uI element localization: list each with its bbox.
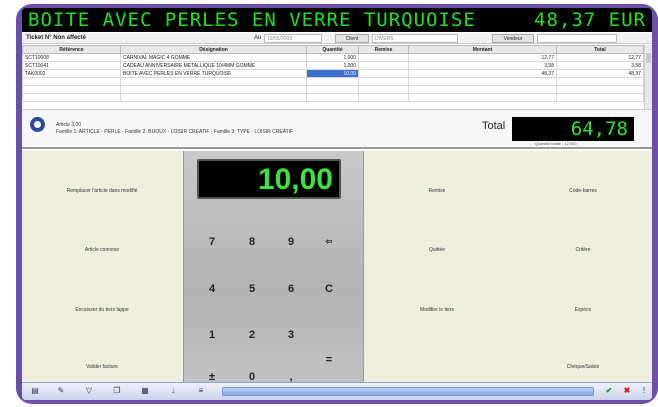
- cell-remise: [358, 53, 409, 62]
- key-clear[interactable]: C: [315, 275, 343, 303]
- cell-reference: SCT10041: [22, 61, 121, 70]
- numeric-keypad: 10,00 7 8 9 ⇦ 4 5 6 C 1 2 3 ± 0 , =: [183, 151, 364, 383]
- status-bar: [222, 387, 594, 396]
- col-quantite[interactable]: Quantité: [306, 45, 359, 54]
- cell-designation: CADEAU ANNIVERSAIRE METALLIQUE 10/4MM GO…: [120, 61, 307, 70]
- cell-montant: 3,58: [408, 61, 557, 70]
- cell-total: 48,37: [556, 69, 644, 78]
- app-logo-icon: [30, 117, 45, 132]
- table-row-empty: [22, 93, 644, 102]
- key-9[interactable]: 9: [277, 228, 305, 256]
- col-designation[interactable]: Désignation: [120, 45, 307, 54]
- action-replace-article[interactable]: Remplacer l'article dans modifié: [37, 188, 167, 194]
- client-field[interactable]: DIVERS: [372, 34, 458, 43]
- action-encaisser-tiers[interactable]: Encaisser du tiers lappe: [37, 307, 167, 313]
- action-quittee[interactable]: Quittée: [372, 247, 502, 253]
- scrollbar-thumb[interactable]: [646, 53, 651, 63]
- table-scrollbar[interactable]: [644, 45, 652, 109]
- article-summary: Article 3,00: [56, 122, 82, 128]
- action-area: Remplacer l'article dans modifié Article…: [22, 151, 652, 383]
- total-label: Total: [482, 120, 506, 132]
- cell-remise: [358, 61, 409, 70]
- table-row-empty: [22, 77, 644, 86]
- key-6[interactable]: 6: [277, 275, 305, 303]
- cell-designation: BOITE AVEC PERLES EN VERRE TURQUOISE: [120, 69, 307, 78]
- cell-designation: CARNIVAL MAGIC 4 GOMME: [120, 53, 307, 62]
- action-modifier-tiers[interactable]: Modifier le tiers: [372, 307, 502, 313]
- action-critere[interactable]: Critère: [518, 247, 648, 253]
- key-7[interactable]: 7: [198, 228, 226, 256]
- key-2[interactable]: 2: [238, 321, 266, 349]
- cell-total: 3,58: [556, 61, 644, 70]
- total-display: 64,78: [512, 117, 634, 141]
- action-article-connexe[interactable]: Article connexe: [37, 247, 167, 253]
- au-label: Au: [254, 35, 262, 41]
- ticket-lines-table: Référence Désignation Quantité Remise Mo…: [22, 45, 644, 102]
- table-row-empty: [22, 85, 644, 94]
- vendeur-button[interactable]: Vendeur: [492, 34, 534, 43]
- totals-panel: Article 3,00 Famille 1: ARTICLE - PERLE …: [22, 109, 652, 149]
- ticket-info-row: Ticket N° Non affecté Au 10/05/2009 Clie…: [22, 33, 652, 44]
- key-equals[interactable]: =: [315, 346, 343, 374]
- cell-reference: TAK0002: [22, 69, 121, 78]
- cell-quantite: 1,000: [306, 61, 359, 70]
- cell-quantite-selected[interactable]: 10,00: [306, 69, 359, 78]
- key-8[interactable]: 8: [238, 228, 266, 256]
- table-row[interactable]: TAK0002 BOITE AVEC PERLES EN VERRE TURQU…: [22, 69, 644, 78]
- banner-price: 48,37 EUR: [534, 9, 646, 31]
- cell-quantite: 1,000: [306, 53, 359, 62]
- ticket-label: Ticket N° Non affecté: [26, 35, 86, 41]
- action-code-barres[interactable]: Code-barres: [518, 188, 648, 194]
- date-field[interactable]: 10/05/2009: [264, 34, 322, 43]
- keypad-display: 10,00: [197, 159, 341, 199]
- cell-reference: SCT10008: [22, 53, 121, 62]
- copy-icon[interactable]: ❐: [112, 386, 122, 396]
- col-montant[interactable]: Montant: [408, 45, 557, 54]
- total-quantity: Quantité totale : 12,000: [535, 141, 577, 146]
- cancel-x-icon[interactable]: ✖: [622, 386, 632, 396]
- action-espece[interactable]: Espèce: [518, 307, 648, 313]
- bottom-toolbar: ▤ ✎ ▽ ❐ ▦ ↓ ≡ ✔ ✖ !: [22, 382, 652, 400]
- cell-remise: [358, 69, 409, 78]
- table-header-row: Référence Désignation Quantité Remise Mo…: [22, 45, 644, 54]
- grid-icon[interactable]: ▦: [140, 386, 150, 396]
- key-3[interactable]: 3: [277, 321, 305, 349]
- key-1[interactable]: 1: [198, 321, 226, 349]
- key-4[interactable]: 4: [198, 275, 226, 303]
- print-icon[interactable]: ▤: [30, 386, 40, 396]
- col-remise[interactable]: Remise: [358, 45, 409, 54]
- product-banner: BOITE AVEC PERLES EN VERRE TURQUOISE 48,…: [22, 8, 652, 32]
- validate-check-icon[interactable]: ✔: [604, 386, 614, 396]
- action-valider-facture[interactable]: Valider facture: [37, 364, 167, 370]
- down-icon[interactable]: ↓: [168, 386, 178, 396]
- col-total[interactable]: Total: [556, 45, 644, 54]
- pos-screen: BOITE AVEC PERLES EN VERRE TURQUOISE 48,…: [22, 8, 652, 400]
- family-summary: Famille 1: ARTICLE - PERLE - Famille 2: …: [56, 129, 294, 135]
- cell-total: 12,77: [556, 53, 644, 62]
- key-5[interactable]: 5: [238, 275, 266, 303]
- action-remise[interactable]: Remise: [372, 188, 502, 194]
- vendeur-field[interactable]: [537, 34, 617, 43]
- table-row[interactable]: SCT10008 CARNIVAL MAGIC 4 GOMME 1,000 12…: [22, 53, 644, 62]
- banner-product: BOITE AVEC PERLES EN VERRE TURQUOISE: [28, 9, 476, 31]
- col-reference[interactable]: Référence: [22, 45, 121, 54]
- list-icon[interactable]: ≡: [196, 386, 206, 396]
- client-button[interactable]: Client: [335, 34, 369, 43]
- info-icon[interactable]: !: [639, 386, 649, 396]
- table-row[interactable]: SCT10041 CADEAU ANNIVERSAIRE METALLIQUE …: [22, 61, 644, 70]
- key-backspace[interactable]: ⇦: [315, 228, 343, 256]
- edit-icon[interactable]: ✎: [56, 386, 66, 396]
- cell-montant: 48,37: [408, 69, 557, 78]
- filter-icon[interactable]: ▽: [84, 386, 94, 396]
- action-cheque[interactable]: Chèque/Saisie: [518, 364, 648, 370]
- cell-montant: 12,77: [408, 53, 557, 62]
